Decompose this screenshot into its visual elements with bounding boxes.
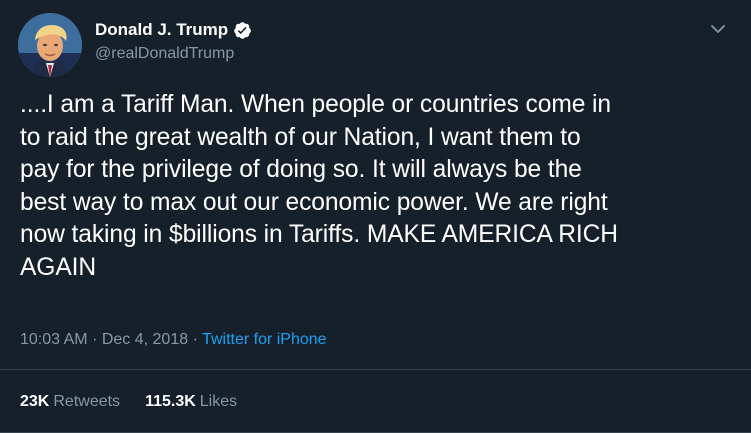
divider bbox=[0, 369, 751, 370]
author-handle[interactable]: @realDonaldTrump bbox=[95, 45, 234, 63]
verified-badge-icon bbox=[233, 21, 252, 40]
tweet-time[interactable]: 10:03 AM bbox=[20, 331, 88, 348]
likes-count: 115.3K bbox=[145, 393, 196, 410]
retweets-label: Retweets bbox=[53, 393, 121, 410]
tweet-date[interactable]: Dec 4, 2018 bbox=[102, 331, 188, 348]
tweet-timestamp-row: 10:03 AM · Dec 4, 2018 · Twitter for iPh… bbox=[20, 331, 327, 349]
author-display-name[interactable]: Donald J. Trump bbox=[95, 20, 228, 40]
tweet-stats: 23K Retweets 115.3K Likes bbox=[20, 393, 262, 411]
avatar-image bbox=[18, 13, 82, 77]
likes-label: Likes bbox=[199, 393, 238, 410]
avatar[interactable] bbox=[18, 13, 82, 77]
meta-separator: · bbox=[192, 331, 203, 348]
meta-separator: · bbox=[92, 331, 102, 348]
author-name-row[interactable]: Donald J. Trump bbox=[95, 19, 252, 41]
tweet-source-link[interactable]: Twitter for iPhone bbox=[202, 331, 327, 348]
tweet-card: Donald J. Trump @realDonaldTrump ....I a… bbox=[0, 0, 751, 433]
tweet-text: ....I am a Tariff Man. When people or co… bbox=[20, 91, 618, 281]
likes-stat[interactable]: 115.3K Likes bbox=[145, 393, 237, 411]
retweets-stat[interactable]: 23K Retweets bbox=[20, 393, 120, 411]
retweets-count: 23K bbox=[20, 393, 50, 410]
chevron-down-icon[interactable] bbox=[708, 22, 728, 36]
